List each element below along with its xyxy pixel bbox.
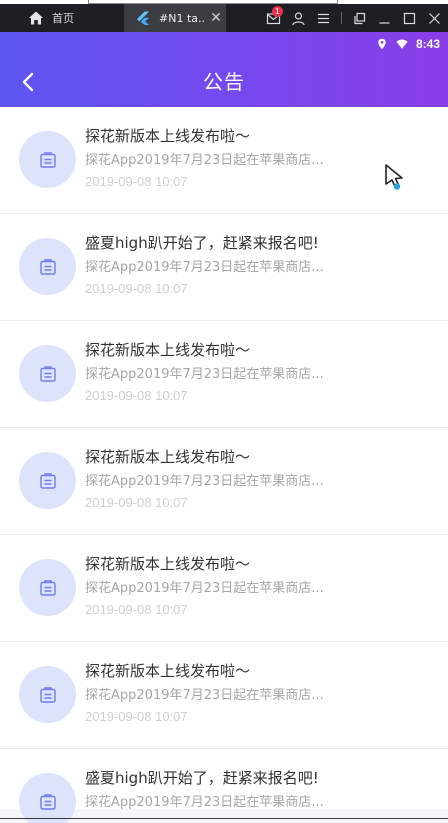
notice-item[interactable]: 探花新版本上线发布啦～ 探花App2019年7月23日起在苹果商店... 2019-… — [0, 428, 448, 535]
notice-title: 盛夏high趴开始了，赶紧来报名吧! — [85, 234, 319, 252]
notice-date: 2019-09-08 10:07 — [85, 495, 188, 510]
notice-icon — [39, 686, 56, 703]
menu-icon[interactable] — [316, 11, 331, 26]
mail-icon[interactable]: 1 — [266, 5, 283, 26]
notice-item[interactable]: 探花新版本上线发布啦～ 探花App2019年7月23日起在苹果商店... 2019-… — [0, 642, 448, 749]
notice-item[interactable]: 盛夏high趴开始了，赶紧来报名吧! 探花App2019年7月23日起在苹果商店.… — [0, 214, 448, 321]
notice-icon — [39, 365, 56, 382]
notice-icon — [39, 258, 56, 275]
notice-date: 2019-09-08 10:07 — [85, 388, 188, 403]
notice-title: 探花新版本上线发布啦～ — [85, 662, 251, 680]
user-icon[interactable] — [291, 11, 306, 26]
notice-avatar — [19, 345, 76, 402]
active-tab-title: #N1 ta... — [159, 11, 206, 25]
notice-list[interactable]: 探花新版本上线发布啦～ 探花App2019年7月23日起在苹果商店... 2019-… — [0, 107, 448, 823]
host-tab-bar: 首页 #N1 ta... ✕ 1 — [0, 4, 448, 32]
notice-icon — [39, 472, 56, 489]
window-bottom-edge — [0, 818, 448, 819]
host-toolbar: 1 — [266, 4, 442, 32]
notice-title: 盛夏high趴开始了，赶紧来报名吧! — [85, 769, 319, 787]
close-icon[interactable] — [427, 11, 442, 26]
wifi-icon — [396, 39, 408, 49]
notice-icon — [39, 793, 56, 810]
notice-title: 探花新版本上线发布啦～ — [85, 555, 251, 573]
notice-date: 2019-09-08 10:07 — [85, 174, 188, 189]
notice-item[interactable]: 探花新版本上线发布啦～ 探花App2019年7月23日起在苹果商店... 2019-… — [0, 535, 448, 642]
page-title: 公告 — [203, 70, 245, 94]
notice-item[interactable]: 盛夏high趴开始了，赶紧来报名吧! 探花App2019年7月23日起在苹果商店.… — [0, 749, 448, 823]
notice-summary: 探花App2019年7月23日起在苹果商店... — [85, 795, 324, 810]
screen: 首页 #N1 ta... ✕ 1 8:43 公告 探花新版本上线发布啦～ 探花A… — [0, 0, 448, 823]
notice-avatar — [19, 452, 76, 509]
notice-summary: 探花App2019年7月23日起在苹果商店... — [85, 474, 324, 489]
home-icon — [29, 11, 43, 25]
flutter-icon — [137, 11, 150, 25]
location-icon — [378, 38, 386, 50]
status-bar: 8:43 — [376, 37, 440, 51]
home-tab[interactable]: 首页 — [28, 4, 74, 32]
active-tab[interactable]: #N1 ta... ✕ — [124, 4, 226, 32]
notice-avatar — [19, 666, 76, 723]
notice-item[interactable]: 探花新版本上线发布啦～ 探花App2019年7月23日起在苹果商店... 2019-… — [0, 107, 448, 214]
maximize-icon[interactable] — [402, 11, 417, 26]
notice-icon — [39, 151, 56, 168]
toolbar-separator — [341, 12, 342, 24]
notice-date: 2019-09-08 10:07 — [85, 281, 188, 296]
notice-summary: 探花App2019年7月23日起在苹果商店... — [85, 153, 324, 168]
notice-summary: 探花App2019年7月23日起在苹果商店... — [85, 260, 324, 275]
notice-title: 探花新版本上线发布啦～ — [85, 448, 251, 466]
status-time: 8:43 — [415, 37, 440, 51]
minimize-icon[interactable] — [377, 11, 392, 26]
mouse-cursor-icon — [385, 164, 403, 190]
notification-badge: 1 — [272, 5, 283, 17]
notice-date: 2019-09-08 10:07 — [85, 602, 188, 617]
notice-summary: 探花App2019年7月23日起在苹果商店... — [85, 688, 324, 703]
notice-avatar — [19, 238, 76, 295]
notice-title: 探花新版本上线发布啦～ — [85, 127, 251, 145]
notice-item[interactable]: 探花新版本上线发布啦～ 探花App2019年7月23日起在苹果商店... 2019-… — [0, 321, 448, 428]
notice-avatar — [19, 773, 76, 823]
notice-title: 探花新版本上线发布啦～ — [85, 341, 251, 359]
app-header: 8:43 公告 — [0, 32, 448, 107]
notice-summary: 探花App2019年7月23日起在苹果商店... — [85, 367, 324, 382]
notice-avatar — [19, 131, 76, 188]
tab-close-icon[interactable]: ✕ — [206, 10, 226, 26]
notice-icon — [39, 579, 56, 596]
restore-window-icon[interactable] — [352, 11, 367, 26]
notice-date: 2019-09-08 10:07 — [85, 709, 188, 724]
notice-summary: 探花App2019年7月23日起在苹果商店... — [85, 581, 324, 596]
notice-avatar — [19, 559, 76, 616]
home-tab-label: 首页 — [52, 12, 74, 25]
